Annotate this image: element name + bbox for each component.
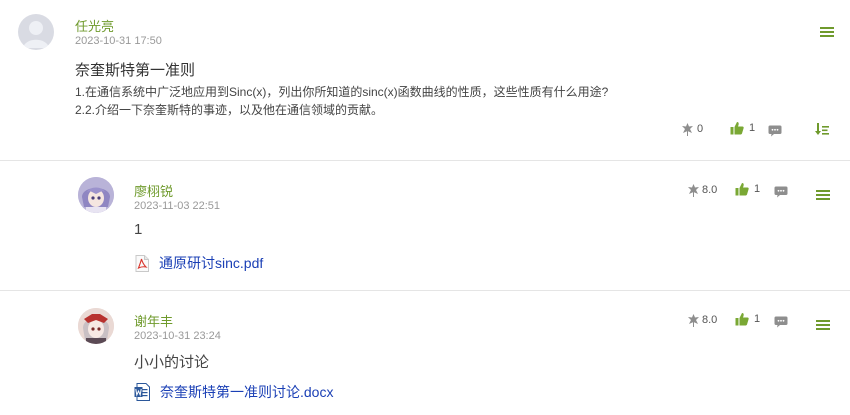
word-file-icon xyxy=(134,383,150,401)
reply-author[interactable]: 廖栩锐 xyxy=(134,181,173,200)
reply-rating-value: 8.0 xyxy=(702,314,718,326)
speech-bubble-icon xyxy=(774,316,788,328)
reply-text: 小小的讨论 xyxy=(134,354,210,371)
reply-rating[interactable]: 8.0 xyxy=(687,313,717,327)
speech-bubble-icon xyxy=(774,186,788,198)
reply-like-button[interactable]: 1 xyxy=(735,312,760,326)
attachment-link[interactable]: 通原研讨sinc.pdf xyxy=(159,253,263,273)
attachment[interactable]: 奈奎斯特第一准则讨论.docx xyxy=(134,382,333,402)
reply-comment-button[interactable] xyxy=(774,315,788,333)
post-like-count: 1 xyxy=(749,122,756,134)
sort-button[interactable] xyxy=(815,123,829,141)
attachment[interactable]: 通原研讨sinc.pdf xyxy=(135,253,263,273)
attachment-link[interactable]: 奈奎斯特第一准则讨论.docx xyxy=(160,382,333,402)
post-question-1: 1.在通信系统中广泛地应用到Sinc(x)，列出你所知道的sinc(x)函数曲线… xyxy=(75,85,609,99)
post-title: 奈奎斯特第一准则 xyxy=(75,62,196,79)
divider xyxy=(0,290,850,291)
anime-avatar-icon xyxy=(78,308,114,344)
post-like-button[interactable]: 1 xyxy=(730,121,755,135)
reply-like-count: 1 xyxy=(754,183,761,195)
reply-like-button[interactable]: 1 xyxy=(735,182,760,196)
post-menu-icon[interactable] xyxy=(820,25,834,43)
post-rating-value: 0 xyxy=(697,123,704,135)
thumbs-up-icon xyxy=(730,122,744,135)
avatar[interactable] xyxy=(18,14,54,50)
thumbs-up-icon xyxy=(735,313,749,326)
reply-timestamp: 2023-11-03 22:51 xyxy=(134,200,221,212)
reply-avatar[interactable] xyxy=(78,308,114,344)
post-rating[interactable]: 0 xyxy=(681,122,703,136)
reply-avatar[interactable] xyxy=(78,177,114,213)
reply-like-count: 1 xyxy=(754,313,761,325)
post-question-2: 2.2.介绍一下奈奎斯特的事迹，以及他在通信领域的贡献。 xyxy=(75,103,384,117)
post-comment-button[interactable] xyxy=(768,124,782,142)
reply-menu-icon[interactable] xyxy=(816,188,830,206)
reply-text: 1 xyxy=(134,221,143,238)
post-author[interactable]: 任光亮 xyxy=(75,16,114,35)
pdf-file-icon xyxy=(135,254,149,272)
anime-avatar-icon xyxy=(78,177,114,213)
speech-bubble-icon xyxy=(768,125,782,137)
flower-rating-icon xyxy=(682,123,693,136)
sort-down-icon xyxy=(815,123,829,135)
reply-timestamp: 2023-10-31 23:24 xyxy=(134,330,221,342)
flower-rating-icon xyxy=(688,184,699,197)
reply-author[interactable]: 谢年丰 xyxy=(134,311,173,330)
reply-comment-button[interactable] xyxy=(774,185,788,203)
divider xyxy=(0,160,850,161)
reply-rating[interactable]: 8.0 xyxy=(687,183,717,197)
reply-rating-value: 8.0 xyxy=(702,184,718,196)
reply-menu-icon[interactable] xyxy=(816,318,830,336)
default-avatar-icon xyxy=(23,21,49,48)
thumbs-up-icon xyxy=(735,183,749,196)
flower-rating-icon xyxy=(688,314,699,327)
post-timestamp: 2023-10-31 17:50 xyxy=(75,35,162,47)
